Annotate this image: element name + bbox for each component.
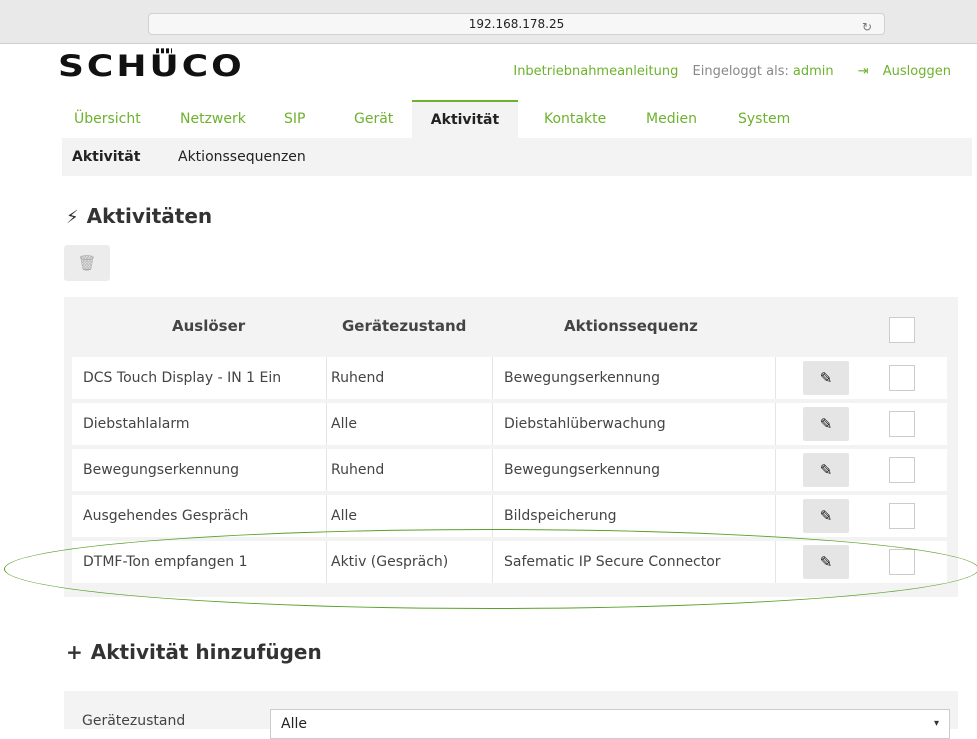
state-select-value: Alle	[281, 716, 307, 732]
setup-guide-link[interactable]: Inbetriebnahmeanleitung	[513, 64, 678, 79]
table-header: Auslöser Gerätezustand Aktionssequenz	[64, 297, 958, 357]
add-section-title: + Aktivität hinzufügen	[66, 640, 322, 664]
tab-geraet[interactable]: Gerät	[342, 100, 405, 138]
tab-uebersicht[interactable]: Übersicht	[62, 100, 153, 138]
cell-sequence: Safematic IP Secure Connector	[504, 541, 776, 583]
cell-state: Alle	[331, 403, 493, 445]
cell-state: Alle	[331, 495, 493, 537]
table-row: Diebstahlalarm Alle Diebstahlüberwachung…	[72, 403, 947, 445]
section-title-text: Aktivitäten	[86, 204, 213, 228]
state-select[interactable]: Alle ▾	[270, 709, 950, 739]
main-nav: Übersicht Netzwerk SIP Gerät Aktivität K…	[62, 100, 972, 138]
cell-sequence: Diebstahlüberwachung	[504, 403, 776, 445]
row-checkbox[interactable]	[889, 549, 915, 575]
pencil-icon: ✎	[819, 415, 833, 433]
row-checkbox[interactable]	[889, 411, 915, 437]
cell-sequence: Bewegungserkennung	[504, 357, 776, 399]
cell-state: Ruhend	[331, 357, 493, 399]
tab-sip[interactable]: SIP	[272, 100, 317, 138]
logged-in-label: Eingeloggt als:	[692, 64, 789, 79]
username: admin	[792, 64, 834, 79]
pencil-icon: ✎	[819, 553, 833, 571]
trash-icon: 🗑	[77, 254, 97, 272]
cell-state: Ruhend	[331, 449, 493, 491]
lightning-icon: ⚡	[66, 207, 79, 228]
address-text: 192.168.178.25	[468, 17, 565, 31]
activities-table: Auslöser Gerätezustand Aktionssequenz DC…	[64, 297, 958, 597]
delete-button[interactable]: 🗑	[64, 245, 110, 281]
subnav-aktivitaet[interactable]: Aktivität	[72, 138, 140, 176]
cell-trigger: Bewegungserkennung	[83, 449, 327, 491]
tab-kontakte[interactable]: Kontakte	[532, 100, 618, 138]
cell-trigger: DTMF-Ton empfangen 1	[83, 541, 327, 583]
edit-button[interactable]: ✎	[803, 407, 849, 441]
section-title: ⚡ Aktivitäten	[66, 204, 212, 228]
add-section-title-text: Aktivität hinzufügen	[90, 640, 322, 664]
row-checkbox[interactable]	[889, 457, 915, 483]
edit-button[interactable]: ✎	[803, 361, 849, 395]
table-row: DTMF-Ton empfangen 1 Aktiv (Gespräch) Sa…	[72, 541, 947, 583]
edit-button[interactable]: ✎	[803, 545, 849, 579]
cell-sequence: Bildspeicherung	[504, 495, 776, 537]
reload-icon[interactable]: ↻	[862, 17, 872, 37]
tab-netzwerk[interactable]: Netzwerk	[168, 100, 258, 138]
col-header-sequence: Aktionssequenz	[564, 317, 698, 335]
cell-trigger: DCS Touch Display - IN 1 Ein	[83, 357, 327, 399]
pencil-icon: ✎	[819, 369, 833, 387]
pencil-icon: ✎	[819, 461, 833, 479]
pencil-icon: ✎	[819, 507, 833, 525]
logout-icon: ⇥	[857, 64, 869, 79]
sub-nav: Aktivität Aktionssequenzen	[62, 138, 972, 176]
col-header-trigger: Auslöser	[172, 317, 246, 335]
browser-toolbar: 192.168.178.25 ↻	[0, 0, 977, 44]
edit-button[interactable]: ✎	[803, 499, 849, 533]
tab-aktivitaet[interactable]: Aktivität	[412, 100, 518, 138]
cell-sequence: Bewegungserkennung	[504, 449, 776, 491]
select-all-checkbox[interactable]	[889, 317, 915, 343]
row-checkbox[interactable]	[889, 503, 915, 529]
address-bar[interactable]: 192.168.178.25 ↻	[148, 13, 885, 35]
plus-icon: +	[66, 640, 83, 664]
tab-system[interactable]: System	[726, 100, 802, 138]
table-row: Bewegungserkennung Ruhend Bewegungserken…	[72, 449, 947, 491]
col-header-state: Gerätezustand	[342, 317, 467, 335]
edit-button[interactable]: ✎	[803, 453, 849, 487]
table-row: DCS Touch Display - IN 1 Ein Ruhend Bewe…	[72, 357, 947, 399]
cell-state: Aktiv (Gespräch)	[331, 541, 493, 583]
state-label: Gerätezustand	[82, 713, 186, 729]
chevron-down-icon: ▾	[933, 718, 939, 729]
row-checkbox[interactable]	[889, 365, 915, 391]
table-row: Ausgehendes Gespräch Alle Bildspeicherun…	[72, 495, 947, 537]
schueco-logo: SCHUCO	[58, 48, 245, 84]
cell-trigger: Diebstahlalarm	[83, 403, 327, 445]
subnav-aktionssequenzen[interactable]: Aktionssequenzen	[178, 138, 306, 176]
logout-label: Ausloggen	[882, 64, 951, 79]
tab-medien[interactable]: Medien	[634, 100, 709, 138]
logout-link[interactable]: ⇥ Ausloggen	[848, 64, 951, 79]
add-activity-form: Gerätezustand Alle ▾	[64, 691, 958, 739]
cell-trigger: Ausgehendes Gespräch	[83, 495, 327, 537]
header-links: Inbetriebnahmeanleitung Eingeloggt als: a…	[503, 64, 951, 79]
